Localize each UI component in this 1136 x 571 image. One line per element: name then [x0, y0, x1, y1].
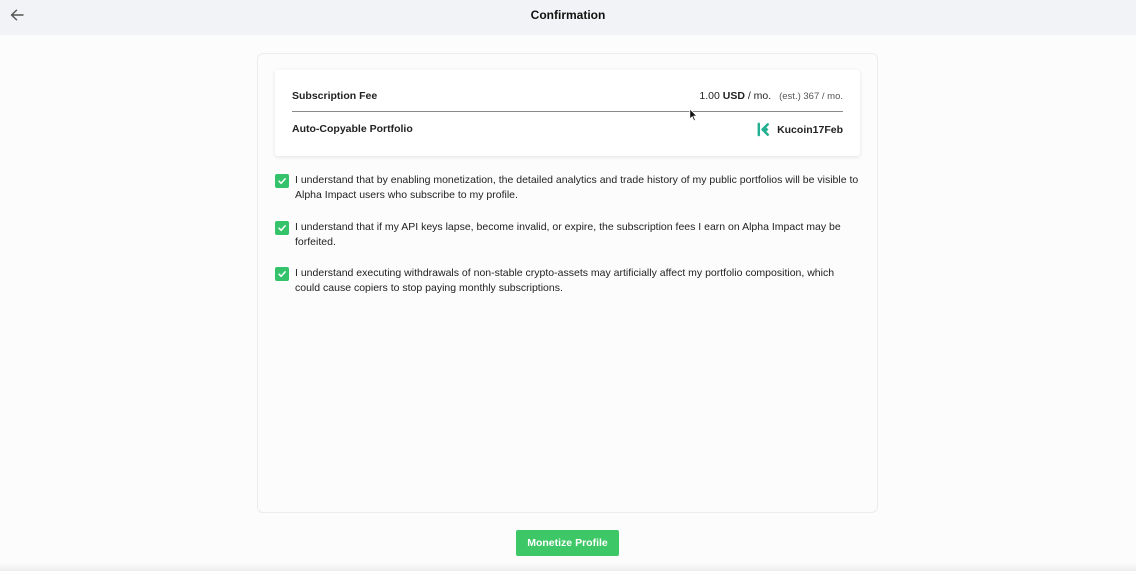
agreement-text: I understand that by enabling monetizati… — [295, 174, 859, 201]
kucoin-logo-icon — [757, 122, 769, 137]
mouse-cursor-icon — [689, 108, 698, 122]
agreement-item: I understand that if my API keys lapse, … — [275, 220, 860, 250]
agreement-text: I understand that if my API keys lapse, … — [295, 221, 841, 248]
top-bar: Confirmation — [0, 0, 1136, 35]
card-divider — [292, 111, 843, 112]
checkmark-icon — [278, 178, 286, 185]
summary-card: Subscription Fee 1.00 USD / mo. (est.) 3… — [275, 70, 860, 156]
agreement-checkbox[interactable] — [275, 174, 289, 188]
portfolio-name: Kucoin17Feb — [777, 123, 843, 136]
monetize-profile-button[interactable]: Monetize Profile — [516, 530, 619, 556]
page-title: Confirmation — [530, 8, 606, 22]
fee-currency: USD — [722, 90, 745, 102]
fee-period: / mo. — [747, 90, 772, 102]
fee-estimate: (est.) 367 / mo. — [779, 91, 843, 102]
checkmark-icon — [278, 271, 286, 278]
agreement-text: I understand executing withdrawals of no… — [295, 267, 835, 294]
subscription-fee-label: Subscription Fee — [292, 90, 378, 102]
portfolio-value: Kucoin17Feb — [756, 122, 843, 137]
checkmark-icon — [278, 225, 286, 232]
portfolio-label: Auto-Copyable Portfolio — [292, 123, 413, 135]
subscription-fee-value: 1.00 USD / mo. (est.) 367 / mo. — [699, 90, 843, 102]
agreement-checkbox[interactable] — [275, 267, 289, 281]
fee-amount: 1.00 — [699, 90, 720, 102]
agreement-item: I understand that by enabling monetizati… — [275, 173, 860, 203]
bottom-shadow — [0, 562, 1136, 571]
agreement-checkbox[interactable] — [275, 221, 289, 235]
agreement-item: I understand executing withdrawals of no… — [275, 266, 860, 296]
